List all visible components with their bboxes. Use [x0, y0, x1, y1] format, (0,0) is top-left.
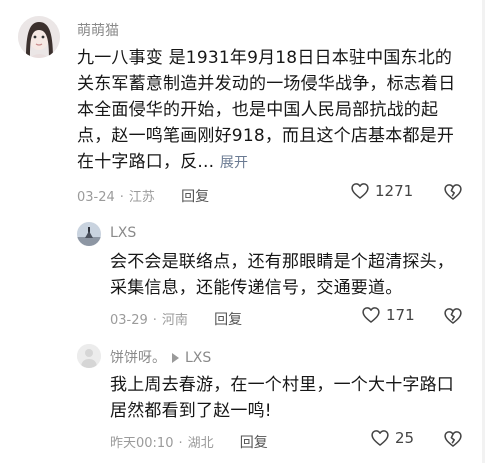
dislike-button[interactable]	[443, 306, 463, 326]
dislike-button[interactable]	[443, 182, 463, 202]
avatar[interactable]	[77, 222, 101, 246]
reply-button[interactable]: 回复	[181, 189, 209, 205]
like-count: 171	[386, 306, 415, 324]
expand-link[interactable]: 展开	[220, 155, 248, 171]
reply-meta: 03-29 · 河南 回复	[110, 309, 242, 329]
comment-text: 九一八事变 是1931年9月18日日本驻中国东北的关东军蓄意制造并发动的一场侵华…	[77, 45, 469, 176]
like-button[interactable]: 1271	[350, 181, 413, 201]
comment-body: 九一八事变 是1931年9月18日日本驻中国东北的关东军蓄意制造并发动的一场侵华…	[77, 48, 456, 172]
meta-separator: ·	[178, 436, 183, 451]
reply-button[interactable]: 回复	[240, 435, 268, 451]
dislike-button[interactable]	[443, 429, 463, 449]
reply-meta: 昨天00:10 · 湖北 回复	[110, 432, 268, 452]
heart-outline-icon	[371, 430, 389, 446]
avatar-portrait-icon	[18, 16, 60, 58]
avatar-placeholder-icon	[77, 344, 101, 368]
like-count: 25	[395, 429, 415, 447]
like-button[interactable]: 171	[361, 305, 415, 325]
broken-heart-icon	[444, 308, 462, 324]
meta-separator: ·	[119, 190, 124, 205]
reply-username[interactable]: LXS	[110, 225, 136, 241]
reply-location: 河南	[161, 313, 188, 328]
reply-author[interactable]: 饼饼呀。	[110, 350, 166, 366]
comment-date: 03-24	[77, 190, 115, 205]
like-button[interactable]: 25	[370, 428, 414, 448]
reply-date: 昨天00:10	[110, 436, 174, 451]
reply-date: 03-29	[110, 313, 148, 328]
reply-to-arrow-icon	[172, 352, 179, 363]
avatar[interactable]	[18, 16, 60, 58]
broken-heart-icon	[444, 184, 462, 200]
like-count: 1271	[375, 182, 414, 200]
heart-outline-icon	[351, 183, 369, 199]
comment-meta: 03-24 · 江苏 回复	[77, 186, 209, 206]
broken-heart-icon	[444, 431, 462, 447]
reply-text: 我上周去春游，在一个村里，一个大十字路口居然都看到了赵一鸣!	[110, 375, 454, 421]
comment-location: 江苏	[128, 190, 155, 205]
reply-target[interactable]: LXS	[185, 350, 211, 366]
reply-username: 饼饼呀。 LXS	[110, 347, 211, 367]
meta-separator: ·	[152, 313, 157, 328]
avatar-landscape-icon	[77, 222, 101, 246]
heart-outline-icon	[362, 307, 380, 323]
reply-location: 湖北	[187, 436, 214, 451]
reply-text: 会不会是联络点，还有那眼睛是个超清探头，采集信息，还能传递信号，交通要道。	[110, 252, 454, 298]
avatar[interactable]	[77, 344, 101, 368]
reply-button[interactable]: 回复	[214, 312, 242, 328]
comment-username[interactable]: 萌萌猫	[77, 20, 119, 40]
